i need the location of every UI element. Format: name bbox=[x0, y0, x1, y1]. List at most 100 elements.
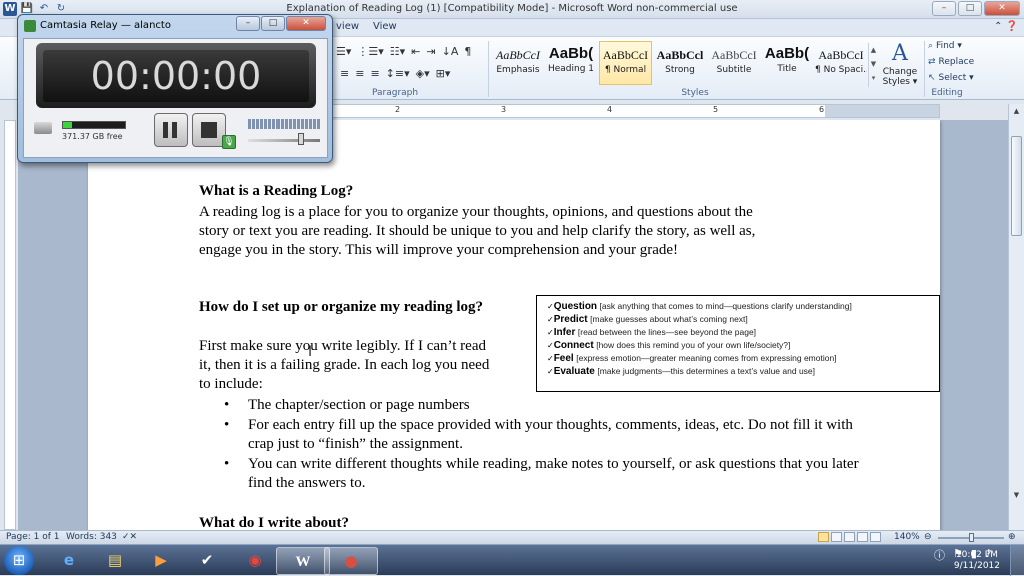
start-button[interactable]: ⊞ bbox=[4, 546, 34, 575]
camtasia-minimize-button[interactable]: – bbox=[236, 16, 260, 31]
paragraph-1-line-3: engage you in the story. This will impro… bbox=[199, 242, 679, 258]
word-count[interactable]: Words: 343 bbox=[66, 532, 117, 542]
borders-icon[interactable]: ⊞▾ bbox=[436, 67, 451, 80]
paragraph-2-line-3: to include: bbox=[199, 376, 263, 392]
scrollbar-thumb[interactable] bbox=[1011, 136, 1022, 236]
checkmark-icon: ✓ bbox=[547, 367, 554, 376]
text-cursor-icon: I bbox=[308, 344, 313, 360]
web-layout-icon[interactable] bbox=[844, 532, 855, 542]
draft-icon[interactable] bbox=[870, 532, 881, 542]
clock-date: 9/11/2012 bbox=[953, 561, 1000, 571]
scroll-down-icon[interactable]: ▼ bbox=[1010, 488, 1023, 502]
checkmark-icon: ✓ bbox=[547, 341, 554, 350]
sort-icon[interactable]: ↓A bbox=[442, 45, 459, 58]
style-subtitle[interactable]: AaBbCcI Subtitle bbox=[708, 41, 760, 85]
paragraph-1-line-1: A reading log is a place for you to orga… bbox=[199, 204, 753, 220]
select-icon: ↖ bbox=[928, 73, 936, 83]
microphone-icon[interactable]: 🎙 bbox=[222, 135, 236, 149]
list-item: You can write different thoughts while r… bbox=[221, 455, 861, 494]
free-space-label: 371.37 GB free bbox=[62, 132, 123, 141]
replace-button[interactable]: ⇄ Replace bbox=[928, 57, 974, 67]
group-separator bbox=[924, 41, 925, 97]
volume-slider[interactable] bbox=[248, 139, 320, 142]
align-right-icon[interactable]: ≡ bbox=[355, 67, 364, 80]
styles-gallery-scroll[interactable]: ▲ ▼ ▾ bbox=[868, 43, 878, 87]
page-count[interactable]: Page: 1 of 1 bbox=[6, 532, 60, 542]
show-desktop-button[interactable] bbox=[1010, 545, 1024, 576]
paragraph-2-line-1: First make sure you write legibly. If I … bbox=[199, 338, 486, 354]
taskbar: ⊞ e ▤ ▶ ✔ ◉ W ● ⓘ ⚑ ▮ ♪ 10:02 PM 9/11/20… bbox=[0, 544, 1024, 576]
tab-review[interactable]: view bbox=[336, 21, 359, 32]
bullet-list: The chapter/section or page numbers For … bbox=[221, 396, 861, 494]
show-marks-icon[interactable]: ¶ bbox=[464, 45, 471, 58]
camtasia-maximize-button[interactable]: □ bbox=[261, 16, 285, 31]
audio-level-meter bbox=[248, 119, 321, 129]
pause-button[interactable] bbox=[154, 113, 188, 147]
camtasia-title: Camtasia Relay — alancto bbox=[40, 20, 171, 31]
zoom-slider-thumb[interactable] bbox=[969, 533, 974, 542]
help-tray-icon[interactable]: ⓘ bbox=[934, 547, 945, 563]
paragraph-row-1: ☰▾ ⋮☰▾ ☷▾ ⇤ ⇥ ↓A ¶ bbox=[336, 45, 471, 58]
document-page[interactable]: What is a Reading Log? A reading log is … bbox=[88, 120, 940, 530]
recording-timer-frame: 00:00:00 bbox=[36, 43, 316, 108]
callout-row: ✓Predict [make guesses about what’s comi… bbox=[547, 314, 748, 325]
close-button[interactable]: ✕ bbox=[984, 1, 1020, 16]
bullets-icon[interactable]: ☰▾ bbox=[336, 45, 351, 58]
paragraph-2-line-2: it, then it is a failing grade. In each … bbox=[199, 357, 490, 373]
clock[interactable]: 10:02 PM 9/11/2012 bbox=[954, 550, 1000, 572]
camtasia-app-icon bbox=[24, 20, 36, 32]
callout-row: ✓Evaluate [make judgments—this determine… bbox=[547, 366, 816, 377]
checkmark-app-icon[interactable]: ✔ bbox=[180, 547, 234, 575]
vertical-scrollbar[interactable]: ▲ ▼ bbox=[1008, 104, 1024, 530]
stop-button[interactable] bbox=[192, 113, 226, 147]
styles-group-label: Styles bbox=[681, 88, 709, 98]
chrome-icon[interactable]: ◉ bbox=[228, 547, 282, 575]
camtasia-close-button[interactable]: ✕ bbox=[286, 16, 326, 31]
vertical-ruler[interactable] bbox=[4, 120, 16, 530]
paragraph-row-2: ≡ ≡ ≡ ↕≡▾ ◈▾ ⊞▾ bbox=[340, 67, 450, 80]
disk-icon bbox=[34, 122, 52, 134]
maximize-button[interactable]: □ bbox=[958, 1, 982, 16]
volume-slider-thumb[interactable] bbox=[297, 133, 304, 145]
word-taskbar-icon[interactable]: W bbox=[276, 547, 330, 575]
multilevel-icon[interactable]: ☷▾ bbox=[390, 45, 405, 58]
decrease-indent-icon[interactable]: ⇤ bbox=[411, 45, 420, 58]
help-icon[interactable]: ⌃ ❓ bbox=[994, 21, 1018, 32]
find-button[interactable]: ⌕ Find ▾ bbox=[928, 41, 962, 51]
tab-view[interactable]: View bbox=[373, 21, 397, 32]
print-layout-icon[interactable] bbox=[818, 532, 829, 542]
replace-icon: ⇄ bbox=[928, 57, 936, 67]
zoom-level[interactable]: 140% bbox=[894, 532, 920, 542]
increase-indent-icon[interactable]: ⇥ bbox=[426, 45, 435, 58]
scroll-up-icon[interactable]: ▲ bbox=[1010, 104, 1023, 118]
change-styles-label: Change Styles ▾ bbox=[882, 67, 918, 87]
style-normal[interactable]: AaBbCcI ¶ Normal bbox=[599, 41, 652, 85]
shading-icon[interactable]: ◈▾ bbox=[416, 67, 430, 80]
align-center-icon[interactable]: ≡ bbox=[340, 67, 349, 80]
camtasia-window-controls: – □ ✕ bbox=[236, 16, 326, 31]
full-screen-icon[interactable] bbox=[831, 532, 842, 542]
minimize-button[interactable]: – bbox=[932, 1, 956, 16]
proofing-icon[interactable]: ✓✕ bbox=[122, 532, 137, 542]
change-styles-button[interactable]: A Change Styles ▾ bbox=[880, 41, 920, 87]
style-no-spacing[interactable]: AaBbCcI ¶ No Spaci... bbox=[814, 41, 868, 85]
change-styles-icon: A bbox=[892, 41, 908, 66]
camtasia-taskbar-icon[interactable]: ● bbox=[324, 547, 378, 575]
style-strong[interactable]: AaBbCcl Strong bbox=[655, 41, 705, 85]
zoom-out-icon[interactable]: ⊖ bbox=[924, 532, 932, 542]
style-heading-1[interactable]: AaBb( Heading 1 bbox=[546, 41, 596, 85]
heading-reading-log: What is a Reading Log? bbox=[199, 183, 354, 199]
paragraph-group-label: Paragraph bbox=[372, 88, 419, 98]
outline-icon[interactable] bbox=[857, 532, 868, 542]
zoom-in-icon[interactable]: ⊕ bbox=[1008, 532, 1016, 542]
window-controls: – □ ✕ bbox=[932, 1, 1020, 16]
numbering-icon[interactable]: ⋮☰▾ bbox=[357, 45, 383, 58]
document-area: What is a Reading Log? A reading log is … bbox=[18, 120, 1008, 530]
style-emphasis[interactable]: AaBbCcI Emphasis bbox=[493, 41, 543, 85]
select-button[interactable]: ↖ Select ▾ bbox=[928, 73, 974, 83]
line-spacing-icon[interactable]: ↕≡▾ bbox=[386, 67, 410, 80]
style-title[interactable]: AaBb( Title bbox=[763, 41, 811, 85]
justify-icon[interactable]: ≡ bbox=[370, 67, 379, 80]
editing-group-label: Editing bbox=[931, 88, 963, 98]
view-buttons bbox=[818, 532, 881, 542]
